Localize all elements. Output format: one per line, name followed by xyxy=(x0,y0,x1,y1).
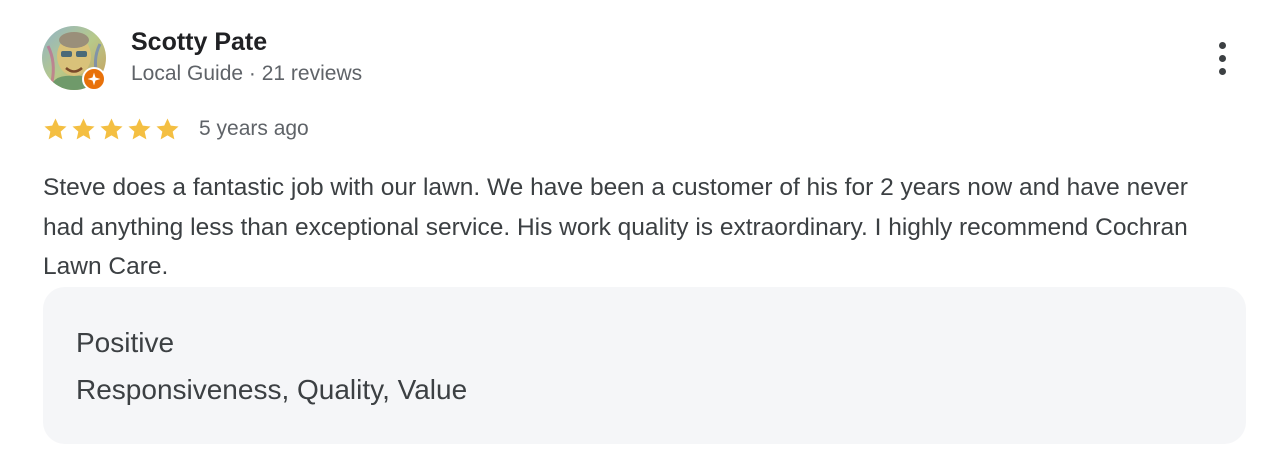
review-date: 5 years ago xyxy=(199,117,309,140)
star-icon xyxy=(72,117,95,139)
star-icon xyxy=(44,117,67,139)
more-vert-icon xyxy=(1218,41,1226,49)
highlight-title: Positive xyxy=(76,327,175,358)
more-vert-icon-dot xyxy=(1218,54,1226,62)
highlight-values: Responsiveness, Quality, Value xyxy=(76,374,468,405)
review-text: Steve does a fantastic job with our lawn… xyxy=(43,174,1188,280)
star-icon xyxy=(128,117,151,139)
rating-row: 5 years ago xyxy=(42,114,309,144)
more-options-button[interactable] xyxy=(1202,38,1242,78)
review-highlights: Positive Responsiveness, Quality, Value xyxy=(43,287,1246,444)
author-name[interactable]: Scotty Pate xyxy=(131,26,267,58)
more-vert-icon-dot xyxy=(1218,67,1226,75)
avatar[interactable] xyxy=(42,26,106,91)
star-icon xyxy=(156,117,179,139)
review-card: Scotty Pate Local Guide · 21 reviews 5 y… xyxy=(0,0,1268,456)
star-rating xyxy=(42,116,181,143)
star-icon xyxy=(100,117,123,139)
local-guide-star-icon xyxy=(82,67,106,91)
author-meta[interactable]: Local Guide · 21 reviews xyxy=(131,60,362,88)
